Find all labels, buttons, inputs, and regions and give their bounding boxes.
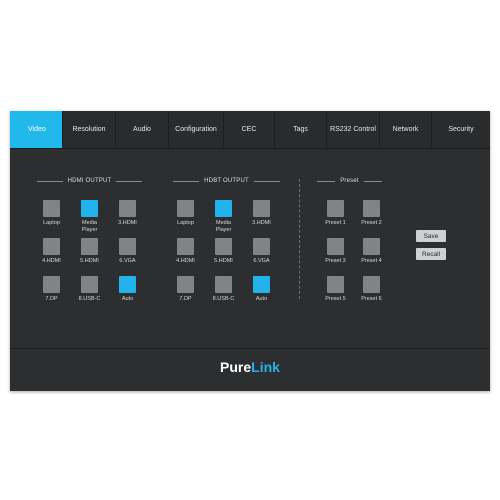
- hdbt-output-header: HDBT OUTPUT: [173, 176, 281, 186]
- tab-configuration[interactable]: Configuration: [169, 111, 224, 148]
- preset-preset-5-button[interactable]: [327, 276, 344, 293]
- hdmi-output-7-dp-label: 7.DP: [45, 296, 58, 302]
- preset-preset-5-label: Preset 5: [325, 296, 346, 302]
- hdbt-output-6-vga-label: 6.VGA: [253, 258, 270, 264]
- tab-security[interactable]: Security: [432, 111, 490, 148]
- hdbt-output-laptop-button[interactable]: [177, 200, 194, 217]
- hdmi-output-7-dp-button[interactable]: [43, 276, 60, 293]
- tab-network[interactable]: Network: [380, 111, 432, 148]
- hdmi-output-3-hdmi-label: 3.HDMI: [118, 220, 137, 226]
- preset-preset-6-label: Preset 6: [361, 296, 382, 302]
- hdbt-output-title: HDBT OUTPUT: [204, 178, 249, 184]
- hdmi-output-auto-button[interactable]: [119, 276, 136, 293]
- hdmi-output-auto-label: Auto: [121, 296, 134, 302]
- preset-title: Preset: [340, 178, 359, 184]
- hdbt-output-media-player-label: Media Player: [215, 220, 232, 233]
- hdmi-output-5-hdmi-label: 5.HDMI: [80, 258, 99, 264]
- preset-preset-1-label: Preset 1: [325, 220, 346, 226]
- control-panel: Video Resolution Audio Configuration CEC…: [10, 111, 490, 391]
- tab-bar: Video Resolution Audio Configuration CEC…: [10, 111, 490, 149]
- save-button[interactable]: Save: [416, 230, 446, 242]
- preset-header: Preset: [317, 176, 383, 186]
- preset-preset-4-button[interactable]: [363, 238, 380, 255]
- hdmi-output-laptop-label: Laptop: [43, 220, 60, 226]
- preset-preset-4-label: Preset 4: [361, 258, 382, 264]
- hdmi-output-3-hdmi-button[interactable]: [119, 200, 136, 217]
- hdmi-output-4-hdmi-button[interactable]: [43, 238, 60, 255]
- hdbt-output-4-hdmi-label: 4.HDMI: [176, 258, 195, 264]
- hdmi-output-4-hdmi-label: 4.HDMI: [42, 258, 61, 264]
- preset-preset-3-label: Preset 3: [325, 258, 346, 264]
- hdmi-output-header: HDMI OUTPUT: [37, 176, 142, 186]
- tab-audio[interactable]: Audio: [116, 111, 169, 148]
- hdbt-output-4-hdmi-button[interactable]: [177, 238, 194, 255]
- tab-rs232-control[interactable]: RS232 Control: [327, 111, 380, 148]
- preset-preset-3-button[interactable]: [327, 238, 344, 255]
- hdbt-output-media-player-button[interactable]: [215, 200, 232, 217]
- hdbt-output-7-dp-button[interactable]: [177, 276, 194, 293]
- hdbt-output-6-vga-button[interactable]: [253, 238, 270, 255]
- hdmi-output-media-player-label: Media Player: [81, 220, 98, 233]
- hdmi-output-6-vga-button[interactable]: [119, 238, 136, 255]
- recall-button[interactable]: Recall: [416, 248, 446, 260]
- hdbt-output-laptop-label: Laptop: [177, 220, 194, 226]
- preset-preset-1-button[interactable]: [327, 200, 344, 217]
- preset-preset-2-label: Preset 2: [361, 220, 382, 226]
- hdbt-output-auto-button[interactable]: [253, 276, 270, 293]
- purelink-logo: PureLink: [10, 359, 490, 375]
- preset-preset-2-button[interactable]: [363, 200, 380, 217]
- hdbt-output-5-hdmi-button[interactable]: [215, 238, 232, 255]
- logo-part1: Pure: [220, 359, 252, 375]
- hdmi-output-title: HDMI OUTPUT: [67, 178, 112, 184]
- hdbt-output-auto-label: Auto: [255, 296, 268, 302]
- hdmi-output-6-vga-label: 6.VGA: [119, 258, 136, 264]
- section-divider: [299, 179, 300, 299]
- hdmi-output-8-usb-c-label: 8.USB-C: [78, 296, 101, 302]
- hdmi-output-laptop-button[interactable]: [43, 200, 60, 217]
- hdmi-output-media-player-button[interactable]: [81, 200, 98, 217]
- hdbt-output-8-usb-c-button[interactable]: [215, 276, 232, 293]
- hdmi-output-8-usb-c-button[interactable]: [81, 276, 98, 293]
- logo-part2: Link: [251, 359, 280, 375]
- hdmi-output-5-hdmi-button[interactable]: [81, 238, 98, 255]
- preset-preset-6-button[interactable]: [363, 276, 380, 293]
- footer-divider: [10, 348, 490, 349]
- hdbt-output-8-usb-c-label: 8.USB-C: [212, 296, 235, 302]
- hdbt-output-3-hdmi-label: 3.HDMI: [252, 220, 271, 226]
- tab-video[interactable]: Video: [10, 111, 63, 148]
- tab-tags[interactable]: Tags: [275, 111, 327, 148]
- hdbt-output-5-hdmi-label: 5.HDMI: [214, 258, 233, 264]
- tab-cec[interactable]: CEC: [224, 111, 275, 148]
- tab-resolution[interactable]: Resolution: [63, 111, 116, 148]
- hdbt-output-7-dp-label: 7.DP: [179, 296, 192, 302]
- hdbt-output-3-hdmi-button[interactable]: [253, 200, 270, 217]
